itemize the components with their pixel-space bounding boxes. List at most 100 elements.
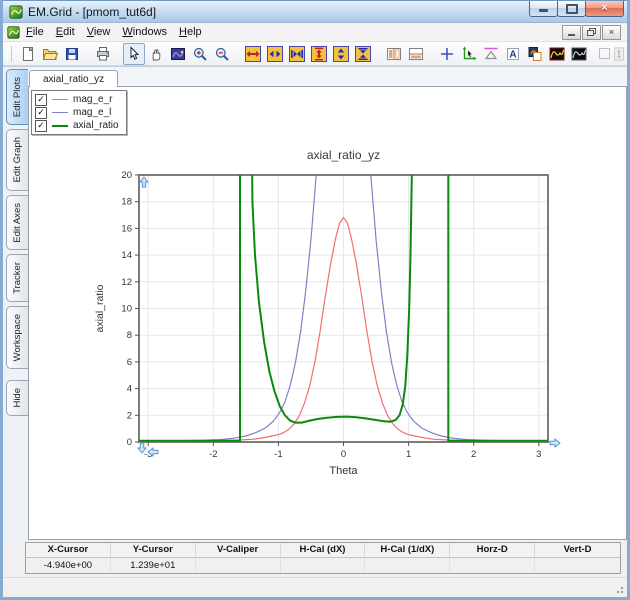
sidebar-tab-workspace[interactable]: Workspace (6, 306, 28, 369)
svg-text:axial_ratio_yz: axial_ratio_yz (307, 148, 380, 162)
axes-tool-button[interactable] (458, 43, 480, 65)
zoom-out-icon (214, 46, 230, 62)
svg-text:axial_ratio: axial_ratio (94, 284, 106, 332)
close-icon: × (601, 3, 607, 14)
svg-text:2: 2 (127, 410, 132, 421)
expand-horizontal-button[interactable] (242, 43, 264, 65)
sidebar-tab-hide[interactable]: Hide (6, 380, 28, 416)
maximize-button[interactable] (557, 1, 586, 17)
split-columns-button[interactable] (383, 43, 405, 65)
text-tool-icon: A (505, 46, 521, 62)
pan-tool-button[interactable] (145, 43, 167, 65)
plot-style-dark-white-button[interactable] (568, 43, 590, 65)
plot-style-dark-yellow-button[interactable] (546, 43, 568, 65)
caliper-icon (483, 46, 499, 62)
sidebar-tab-edit-plots[interactable]: Edit Plots (6, 69, 28, 125)
toolbar: A Layout (3, 42, 627, 66)
select-tool-button[interactable] (123, 43, 145, 65)
legend-checkbox-mag-e-l[interactable] (35, 107, 47, 119)
svg-text:-2: -2 (209, 449, 217, 460)
expand-vertical-button[interactable] (308, 43, 330, 65)
caliper-tool-button[interactable] (480, 43, 502, 65)
dark-yellow-wave-icon (549, 46, 565, 62)
curve-zoom-button[interactable] (167, 43, 189, 65)
zoom-x-icon (267, 46, 283, 62)
save-icon (64, 46, 80, 62)
col-x-cursor: X-Cursor (26, 543, 111, 558)
legend-label: axial_ratio (73, 120, 119, 131)
axes-icon (461, 46, 477, 62)
new-document-button[interactable] (17, 43, 39, 65)
split-rows-icon (408, 46, 424, 62)
split-rows-button[interactable] (405, 43, 427, 65)
col-horz-d: Horz-D (450, 543, 535, 558)
resize-grip[interactable] (614, 584, 624, 594)
menu-view[interactable]: View (81, 24, 117, 40)
print-icon (95, 46, 111, 62)
zoom-y-button[interactable] (330, 43, 352, 65)
document-tab-row: axial_ratio_yz (28, 67, 627, 86)
minimize-button[interactable] (529, 1, 558, 17)
mdi-restore-button[interactable] (582, 25, 601, 40)
plot-area[interactable]: -3-2-1012302468101214161820axial_ratio_y… (89, 145, 609, 490)
compress-vertical-button[interactable] (352, 43, 374, 65)
toolbar-grip[interactable] (7, 46, 12, 62)
sidebar-tab-edit-axes[interactable]: Edit Axes (6, 195, 28, 251)
menu-edit[interactable]: Edit (50, 24, 81, 40)
compress-horizontal-icon (289, 46, 305, 62)
svg-text:10: 10 (121, 304, 132, 315)
save-button[interactable] (61, 43, 83, 65)
copy-plot-button[interactable] (524, 43, 546, 65)
hand-icon (148, 46, 164, 62)
legend-line-sample-blue (52, 112, 68, 113)
sidebar-tab-tracker[interactable]: Tracker (6, 254, 28, 302)
title-bar: EM.Grid - [pmom_tut6d] × (3, 0, 627, 23)
text-annotation-button[interactable]: A (502, 43, 524, 65)
add-cursor-button[interactable] (436, 43, 458, 65)
zoom-y-icon (333, 46, 349, 62)
open-file-button[interactable] (39, 43, 61, 65)
vert-d-value (535, 558, 620, 573)
legend-item: mag_e_l (35, 106, 119, 119)
close-button[interactable]: × (585, 1, 624, 17)
h-cal-1dx-value (365, 558, 450, 573)
col-h-cal-dx: H-Cal (dX) (281, 543, 366, 558)
minimize-icon (539, 9, 548, 12)
compress-horizontal-button[interactable] (286, 43, 308, 65)
mdi-close-button[interactable]: × (602, 25, 621, 40)
new-document-icon (20, 46, 36, 62)
svg-text:-1: -1 (274, 449, 282, 460)
mdi-close-icon: × (609, 28, 614, 37)
col-y-cursor: Y-Cursor (111, 543, 196, 558)
sidebar-tab-edit-graph[interactable]: Edit Graph (6, 129, 28, 190)
vertical-link-control (599, 46, 627, 62)
svg-text:14: 14 (121, 250, 132, 261)
legend-label: mag_e_l (73, 107, 111, 118)
expand-vertical-icon (311, 46, 327, 62)
zoom-x-button[interactable] (264, 43, 286, 65)
horz-d-value (450, 558, 535, 573)
svg-text:0: 0 (341, 449, 346, 460)
expand-horizontal-icon (245, 46, 261, 62)
document-tab[interactable]: axial_ratio_yz (29, 70, 118, 87)
svg-text:3: 3 (536, 449, 541, 460)
content-area: axial_ratio_yz mag_e_r mag_e_l (28, 67, 627, 540)
svg-text:16: 16 (121, 223, 132, 234)
h-cal-dx-value (281, 558, 366, 573)
menu-file[interactable]: File (20, 24, 50, 40)
bottom-panel: X-Cursor Y-Cursor V-Caliper H-Cal (dX) H… (3, 540, 627, 597)
zoom-out-button[interactable] (211, 43, 233, 65)
menu-help[interactable]: Help (173, 24, 208, 40)
print-button[interactable] (92, 43, 114, 65)
menu-windows[interactable]: Windows (116, 24, 173, 40)
status-bar (3, 577, 627, 597)
legend-box: mag_e_r mag_e_l axial_ratio (31, 90, 127, 135)
svg-text:6: 6 (127, 357, 132, 368)
legend-checkbox-mag-e-r[interactable] (35, 94, 47, 106)
legend-checkbox-axial-ratio[interactable] (35, 120, 47, 132)
plus-cursor-icon (439, 46, 455, 62)
svg-text:A: A (509, 49, 516, 60)
vertical-link-checkbox-left[interactable] (599, 48, 610, 59)
mdi-minimize-button[interactable] (562, 25, 581, 40)
zoom-in-button[interactable] (189, 43, 211, 65)
